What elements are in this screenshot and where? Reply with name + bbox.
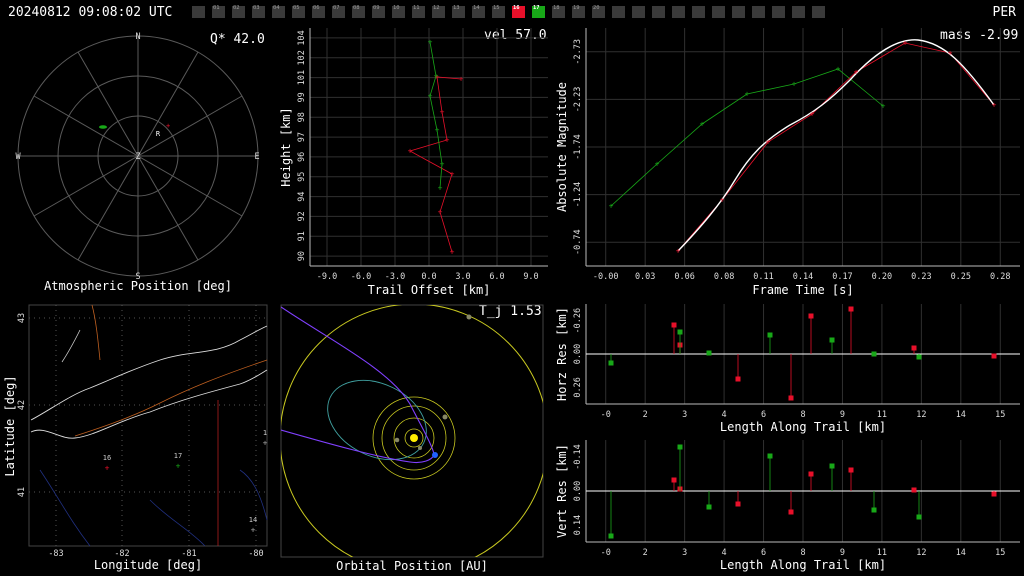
- residual-point-green: [871, 507, 877, 513]
- x-tick-label: 14: [956, 548, 966, 558]
- residual-point-red: [788, 509, 794, 515]
- residual-point-green: [916, 514, 922, 520]
- residual-point-red: [808, 471, 814, 477]
- x-tick-label: 2: [643, 548, 648, 558]
- x-tick-label: 11: [877, 548, 887, 558]
- residual-point-red: [735, 501, 741, 507]
- residual-point-green: [677, 444, 683, 450]
- residual-point-red: [991, 491, 997, 497]
- residual-point-red: [911, 487, 917, 493]
- x-tick-label: 15: [995, 548, 1005, 558]
- x-tick-label: 3: [682, 548, 687, 558]
- residual-point-green: [829, 463, 835, 469]
- y-tick-label: 0.14: [573, 515, 583, 535]
- x-tick-label: 12: [916, 548, 926, 558]
- vertical-residual-plot: -0 2 3 4 6 8 9 11 12 14 15 0.14 0.00 -0.14 Vert Res [k…: [555, 440, 1020, 558]
- vert-title: Length Along Trail [km]: [719, 558, 887, 572]
- y-tick-label: -0.14: [573, 444, 583, 470]
- x-tick-label: 4: [722, 548, 727, 558]
- residual-point-red: [848, 467, 854, 473]
- residual-point-red: [671, 477, 677, 483]
- residual-point-green: [608, 533, 614, 539]
- x-tick-label: 8: [800, 548, 805, 558]
- x-tick-label: 6: [761, 548, 766, 558]
- x-tick-label: -0: [601, 548, 611, 558]
- y-axis-label: Vert Res [km]: [555, 444, 569, 538]
- y-tick-label: 0.00: [573, 481, 583, 501]
- x-tick-label: 9: [840, 548, 845, 558]
- residual-point-green: [767, 453, 773, 459]
- residual-point-green: [706, 504, 712, 510]
